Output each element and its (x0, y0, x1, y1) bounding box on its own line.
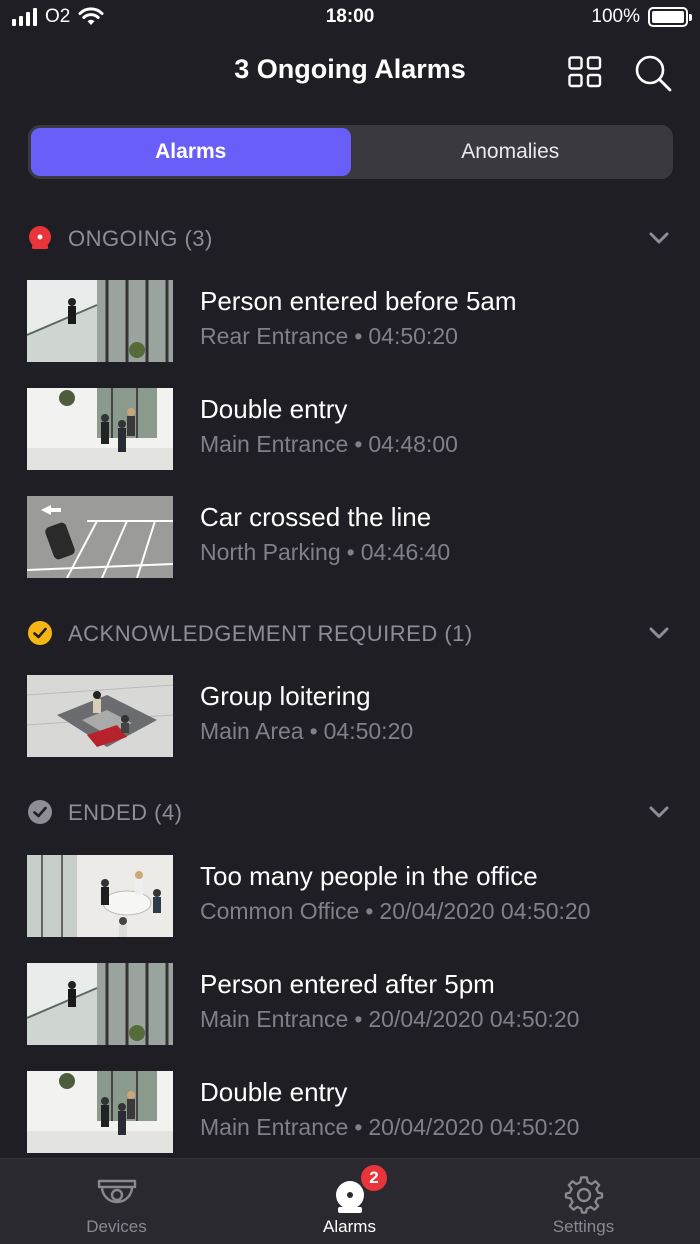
alarm-location: Rear Entrance (200, 323, 349, 349)
list-item[interactable]: Double entry Main Entrance • 20/04/2020 04… (0, 1071, 700, 1153)
thumbnail-entrance (27, 388, 173, 470)
alarm-title: Person entered before 5am (200, 286, 517, 316)
camera-dome-icon (97, 1179, 136, 1204)
alarm-time: 04:50:20 (368, 323, 458, 349)
section-header-ongoing[interactable]: ONGOING (3) (0, 218, 700, 258)
alarm-subtitle: Main Entrance • 20/04/2020 04:50:20 (200, 1006, 580, 1032)
thumbnail-office (27, 855, 173, 937)
alarm-time: 20/04/2020 04:50:20 (379, 898, 591, 924)
section-label: ACKNOWLEDGEMENT REQUIRED (1) (68, 621, 473, 646)
tab-label: Devices (86, 1217, 147, 1236)
alarm-subtitle: Common Office • 20/04/2020 04:50:20 (200, 898, 591, 924)
tab-label: Alarms (323, 1217, 376, 1236)
alarm-subtitle: Main Entrance • 20/04/2020 04:50:20 (200, 1114, 580, 1140)
alarm-location: Main Entrance (200, 1114, 349, 1140)
alarm-title: Double entry (200, 394, 348, 424)
list-item[interactable]: Person entered before 5am Rear Entrance •… (0, 280, 700, 362)
alarm-title: Double entry (200, 1077, 348, 1107)
alarm-subtitle: Main Area • 04:50:20 (200, 718, 414, 744)
search-icon[interactable] (634, 54, 672, 92)
alarm-time: 20/04/2020 04:50:20 (368, 1006, 580, 1032)
status-right: 100% (591, 6, 692, 28)
chevron-down-icon[interactable] (648, 804, 670, 820)
thumbnail-stairs (27, 280, 173, 362)
thumbnail-lounge (27, 675, 173, 757)
alarm-location: Main Entrance (200, 1006, 349, 1032)
alarm-location: Main Entrance (200, 431, 349, 457)
list-item[interactable]: Too many people in the office Common Off… (0, 855, 700, 937)
battery-icon (648, 7, 692, 27)
section-label: ENDED (4) (68, 800, 183, 825)
section-header-acknowledgement[interactable]: ACKNOWLEDGEMENT REQUIRED (1) (0, 613, 700, 653)
alarm-subtitle: Rear Entrance • 04:50:20 (200, 323, 458, 349)
thumbnail-parking (27, 496, 173, 578)
tab-alarms[interactable]: Alarms (31, 128, 351, 176)
status-bar: O2 18:00 100% (0, 0, 700, 36)
battery-percent: 100% (591, 6, 640, 27)
thumbnail-stairs (27, 963, 173, 1045)
list-item[interactable]: Group loitering Main Area • 04:50:20 (0, 675, 700, 757)
thumbnail-entrance (27, 1071, 173, 1153)
alarm-time: 04:46:40 (360, 539, 451, 565)
chevron-down-icon[interactable] (648, 230, 670, 246)
alarm-subtitle: North Parking • 04:46:40 (200, 539, 451, 565)
alarm-title: Car crossed the line (200, 502, 432, 532)
notification-badge: 2 (359, 1163, 389, 1193)
alarm-title: Group loitering (200, 681, 371, 711)
gear-icon (564, 1176, 603, 1214)
tab-devices[interactable]: Devices (0, 1159, 233, 1244)
tab-label: Settings (552, 1217, 615, 1236)
alarm-title: Person entered after 5pm (200, 969, 495, 999)
segmented-control: Alarms Anomalies (28, 125, 673, 179)
alarm-red-icon (29, 226, 51, 249)
tab-settings[interactable]: Settings (467, 1159, 700, 1244)
alarm-time: 04:50:20 (323, 718, 414, 744)
tab-alarms-nav[interactable]: 2 Alarms (233, 1159, 466, 1244)
chevron-down-icon[interactable] (648, 625, 670, 641)
alarm-location: North Parking (200, 539, 341, 565)
alarm-title: Too many people in the office (200, 861, 538, 891)
check-yellow-icon (28, 621, 52, 645)
tab-bar: Devices 2 Alarms Settings (0, 1158, 700, 1244)
alarm-subtitle: Main Entrance • 04:48:00 (200, 431, 458, 457)
alarm-time: 20/04/2020 04:50:20 (368, 1114, 580, 1140)
list-item[interactable]: Double entry Main Entrance • 04:48:00 (0, 388, 700, 470)
alarm-time: 04:48:00 (368, 431, 458, 457)
section-header-ended[interactable]: ENDED (4) (0, 792, 700, 832)
list-item[interactable]: Car crossed the line North Parking • 04:46… (0, 496, 700, 578)
alarm-location: Main Area (200, 718, 304, 744)
section-label: ONGOING (3) (68, 226, 213, 251)
grid-view-icon[interactable] (568, 56, 602, 88)
list-item[interactable]: Person entered after 5pm Main Entrance • 2… (0, 963, 700, 1045)
check-grey-icon (28, 800, 52, 824)
alarm-location: Common Office (200, 898, 360, 924)
tab-anomalies[interactable]: Anomalies (351, 128, 671, 176)
